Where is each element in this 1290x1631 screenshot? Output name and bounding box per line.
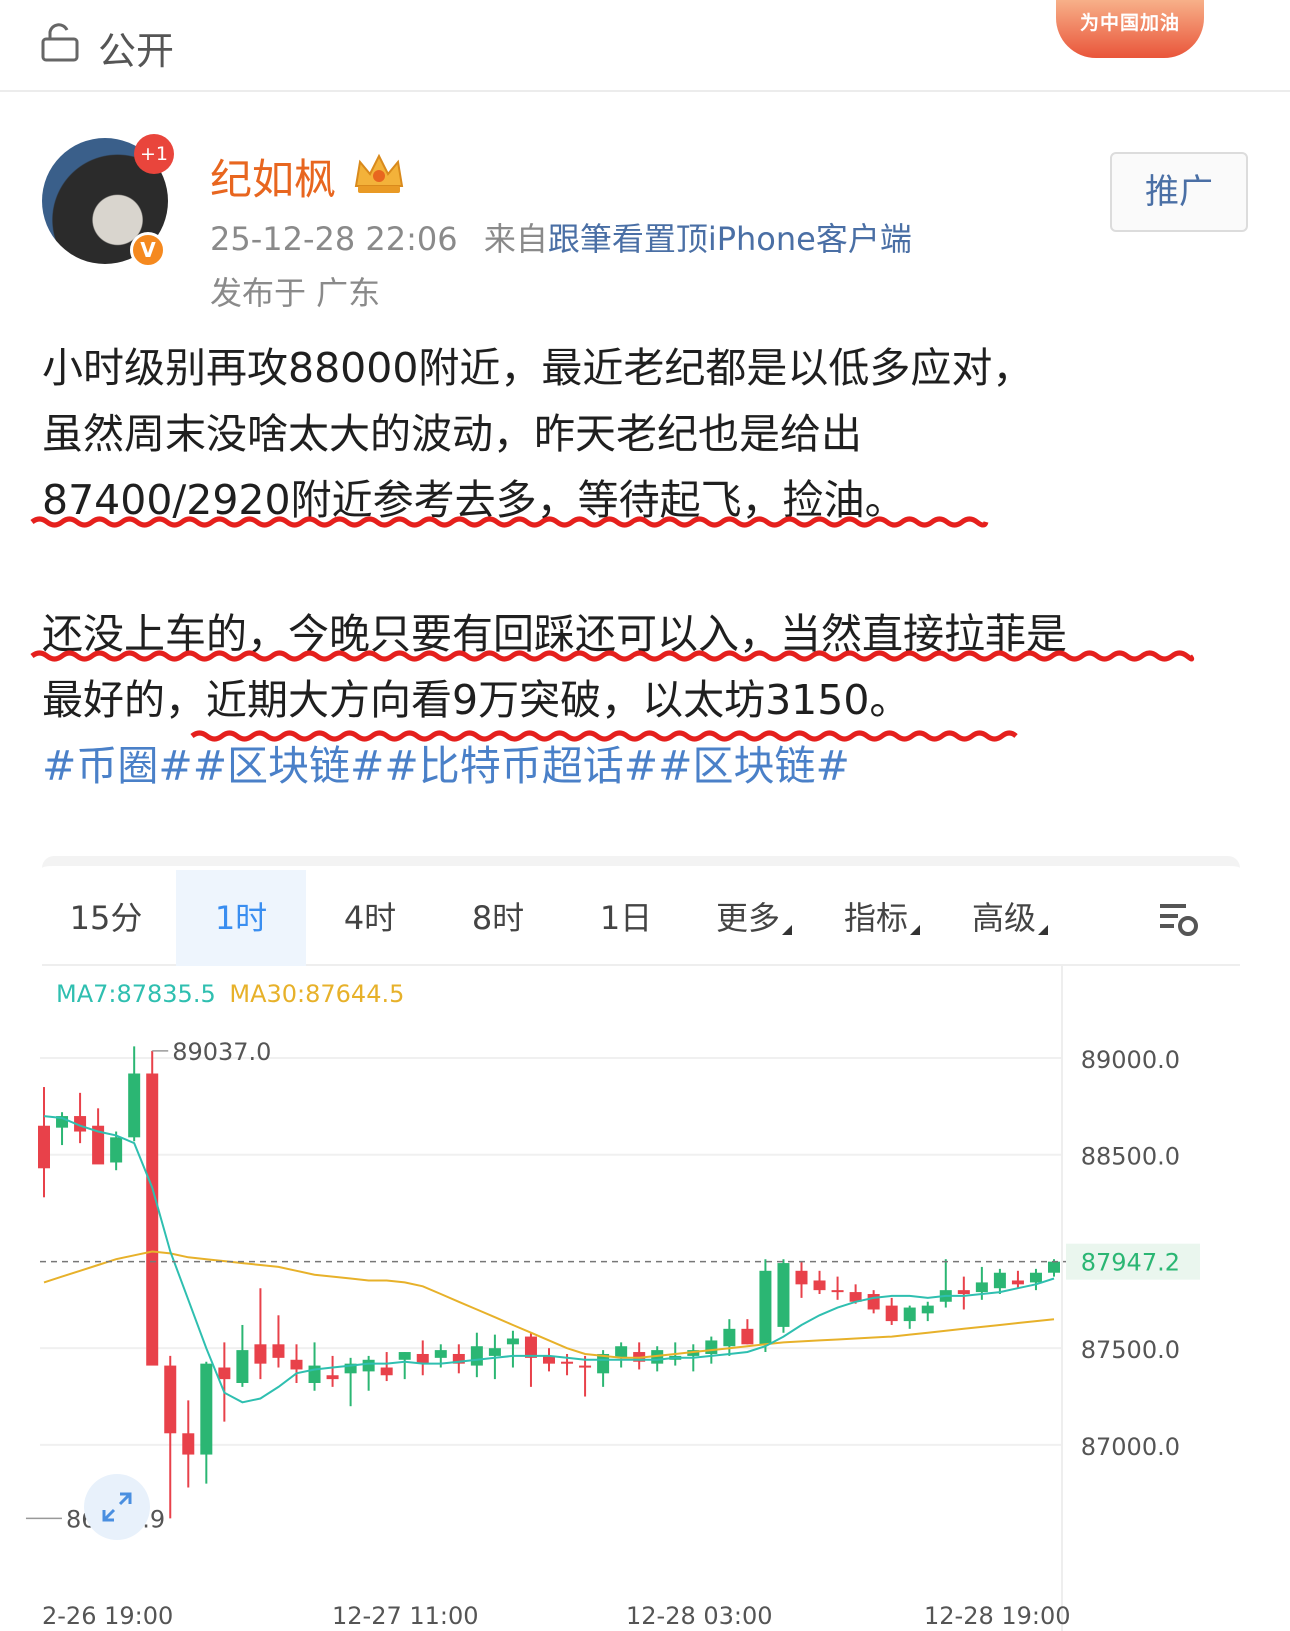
candle-body xyxy=(1011,1280,1024,1285)
candle-body xyxy=(524,1336,537,1358)
candle-body xyxy=(741,1328,754,1345)
hashtags[interactable]: #币圈##区块链##比特币超话##区块链# xyxy=(42,732,1252,800)
tab-4h[interactable]: 4时 xyxy=(306,870,434,966)
candle-body xyxy=(705,1340,718,1354)
post-text-line: 87400/2920附近参考去多，等待起飞，捡油。 xyxy=(42,476,906,524)
candle-body xyxy=(254,1344,267,1364)
candle-body xyxy=(561,1361,574,1364)
ma30-line xyxy=(43,1250,1055,1359)
candle-body xyxy=(867,1294,880,1310)
candle-body xyxy=(470,1346,483,1366)
candle-body xyxy=(38,1125,50,1169)
x-tick-label: 12-28 03:00 xyxy=(626,1602,773,1630)
candle-body xyxy=(362,1359,375,1372)
candle-body xyxy=(1029,1272,1042,1283)
post-text-line: 最好的，近期大方向看9万突破，以太坊3150。 xyxy=(42,676,911,724)
source-link[interactable]: 跟筆看置顶iPhone客户端 xyxy=(548,220,912,258)
candle-body xyxy=(975,1282,988,1293)
candle-body xyxy=(1048,1261,1060,1273)
candle-body xyxy=(218,1367,231,1380)
candle-body xyxy=(128,1073,141,1138)
post-text-line: 还没上车的，今晚只要有回踩还可以入，当然直接拉菲是 xyxy=(42,610,1067,658)
candle-body xyxy=(795,1270,808,1285)
y-tick-label: 87000.0 xyxy=(1081,1433,1180,1461)
lock-icon xyxy=(41,23,79,62)
author-name[interactable]: 纪如枫 xyxy=(210,146,336,207)
candle-body xyxy=(182,1433,195,1455)
candle-body xyxy=(993,1272,1006,1289)
candle-body xyxy=(579,1365,592,1368)
tab-indicators[interactable]: 指标 xyxy=(818,870,946,966)
candle-body xyxy=(290,1359,303,1370)
dropdown-arrow-icon xyxy=(1038,925,1048,935)
candle-body xyxy=(921,1305,934,1314)
post-text-line: 小时级别再攻88000附近，最近老纪都是以低多应对， xyxy=(42,344,1034,392)
candle-body xyxy=(813,1280,826,1291)
source-prefix: 来自 xyxy=(483,220,548,258)
chart-settings-icon[interactable] xyxy=(1158,900,1200,940)
tab-1d[interactable]: 1日 xyxy=(562,870,690,966)
candle-body xyxy=(488,1348,501,1356)
x-tick-label: 2-26 19:00 xyxy=(42,1602,173,1630)
x-tick-label: 12-27 11:00 xyxy=(332,1602,479,1630)
candle-body xyxy=(506,1338,519,1345)
post-location: 发布于 广东 xyxy=(210,274,381,312)
high-label: 89037.0 xyxy=(172,1038,271,1066)
candle-body xyxy=(759,1270,772,1345)
y-tick-label: 88500.0 xyxy=(1081,1143,1180,1171)
post-timestamp: 25-12-28 22:06 xyxy=(210,220,458,258)
candle-body xyxy=(146,1073,159,1366)
post-text-line: 虽然周末没啥太大的波动，昨天老纪也是给出 xyxy=(42,410,862,458)
candle-body xyxy=(723,1328,736,1347)
plus-one-badge: +1 xyxy=(134,134,174,174)
last-price-label: 87947.2 xyxy=(1081,1249,1180,1277)
candle-body xyxy=(398,1352,411,1360)
candle-body xyxy=(110,1137,123,1163)
candle-body xyxy=(200,1363,213,1455)
candle-body xyxy=(957,1290,970,1295)
tab-advanced[interactable]: 高级 xyxy=(946,870,1074,966)
candle-body xyxy=(434,1350,447,1358)
top-bar: 公开 为中国加油 xyxy=(0,0,1290,92)
expand-chart-button[interactable] xyxy=(84,1474,150,1540)
tab-more[interactable]: 更多 xyxy=(690,870,818,966)
expand-icon xyxy=(102,1492,132,1522)
crown-icon xyxy=(354,153,404,193)
candle-body xyxy=(164,1365,177,1434)
verified-badge: V xyxy=(130,232,166,268)
tab-15m[interactable]: 15分 xyxy=(42,870,170,966)
dropdown-arrow-icon xyxy=(910,925,920,935)
dropdown-arrow-icon xyxy=(782,925,792,935)
cheer-badge[interactable]: 为中国加油 xyxy=(1056,0,1204,58)
candle-body xyxy=(615,1346,628,1358)
candle-body xyxy=(236,1350,249,1383)
post-meta: 25-12-28 22:06 来自跟筆看置顶iPhone客户端 xyxy=(210,214,912,260)
candle-body xyxy=(885,1305,898,1322)
candle-body xyxy=(380,1367,393,1376)
candle-body xyxy=(831,1290,844,1293)
candle-body xyxy=(777,1263,790,1327)
candle-body xyxy=(903,1307,916,1322)
y-tick-label: 87500.0 xyxy=(1081,1336,1180,1364)
candlestick-chart[interactable]: 89000.0 88500.0 87500.0 87000.0 87947.2 89037… xyxy=(0,966,1290,1631)
candle-body xyxy=(272,1344,285,1358)
promote-button[interactable]: 推广 xyxy=(1110,152,1248,232)
tab-1h[interactable]: 1时 xyxy=(176,870,306,966)
visibility-label[interactable]: 公开 xyxy=(98,20,174,75)
y-tick-label: 89000.0 xyxy=(1081,1046,1180,1074)
tab-8h[interactable]: 8时 xyxy=(434,870,562,966)
candle-body xyxy=(326,1375,339,1380)
x-tick-label: 12-28 19:00 xyxy=(924,1602,1071,1630)
chart-interval-tabs: 15分 1时 4时 8时 1日 更多 指标 高级 xyxy=(42,870,1240,966)
